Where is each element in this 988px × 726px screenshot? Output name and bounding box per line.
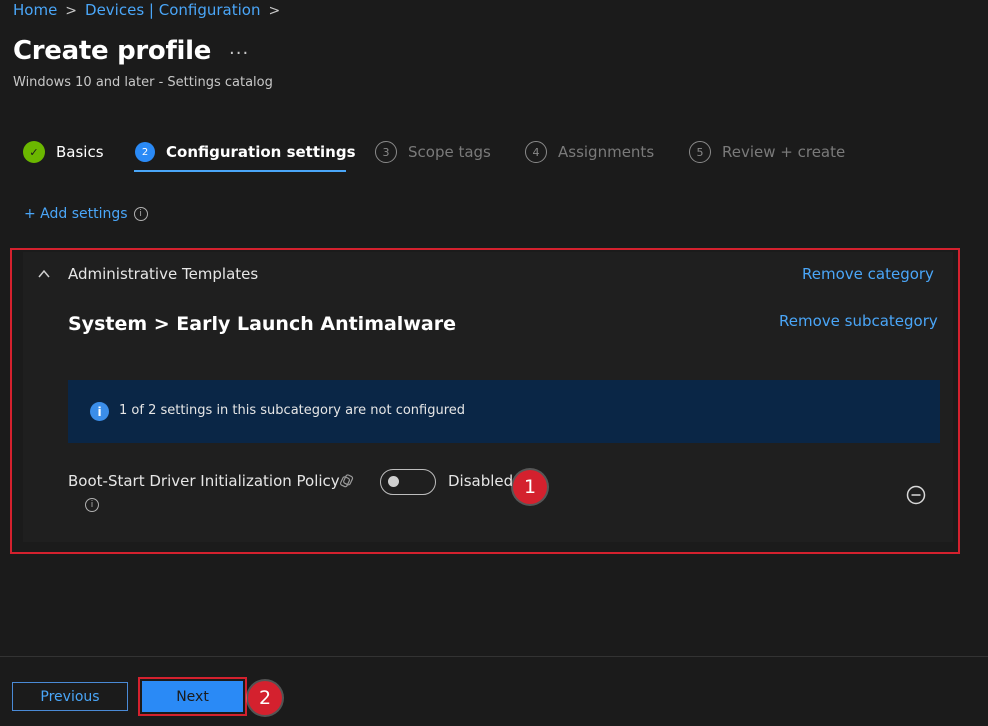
info-banner: i 1 of 2 settings in this subcategory ar… bbox=[68, 380, 940, 443]
link-icon[interactable] bbox=[339, 473, 355, 489]
info-banner-text: 1 of 2 settings in this subcategory are … bbox=[119, 403, 466, 418]
next-button[interactable]: Next bbox=[142, 681, 243, 712]
step-label: Basics bbox=[56, 143, 104, 161]
checkmark-icon: ✓ bbox=[23, 141, 45, 163]
step-number-icon: 3 bbox=[375, 141, 397, 163]
breadcrumb-home[interactable]: Home bbox=[13, 1, 57, 19]
footer-divider bbox=[0, 656, 988, 657]
step-number-icon: 2 bbox=[135, 142, 155, 162]
page-title: Create profile bbox=[13, 36, 212, 66]
step-annotation-badge-1: 1 bbox=[513, 470, 547, 504]
add-settings-link[interactable]: + Add settings i bbox=[24, 206, 148, 222]
page-subtitle: Windows 10 and later - Settings catalog bbox=[13, 75, 273, 90]
remove-setting-icon[interactable] bbox=[905, 484, 927, 506]
step-review-create[interactable]: 5 Review + create bbox=[689, 140, 845, 164]
breadcrumb: Home > Devices | Configuration > bbox=[13, 1, 288, 19]
more-options-button[interactable]: ... bbox=[229, 38, 249, 59]
setting-name: Boot-Start Driver Initialization Policy bbox=[68, 472, 340, 490]
chevron-right-icon: > bbox=[65, 3, 78, 19]
toggle-state-label: Disabled bbox=[448, 472, 514, 490]
step-annotation-badge-2: 2 bbox=[248, 681, 282, 715]
info-icon: i bbox=[90, 402, 109, 421]
subcategory-title: System > Early Launch Antimalware bbox=[68, 313, 456, 335]
category-title: Administrative Templates bbox=[68, 265, 259, 283]
step-label: Configuration settings bbox=[166, 143, 356, 161]
step-basics[interactable]: ✓ Basics bbox=[23, 140, 104, 164]
step-scope-tags[interactable]: 3 Scope tags bbox=[375, 140, 491, 164]
toggle-knob bbox=[388, 476, 399, 487]
chevron-right-icon: > bbox=[268, 3, 281, 19]
setting-info-icon[interactable]: i bbox=[85, 498, 99, 512]
add-settings-label: + Add settings bbox=[24, 206, 128, 222]
breadcrumb-devices-configuration[interactable]: Devices | Configuration bbox=[85, 1, 260, 19]
chevron-up-icon[interactable] bbox=[38, 268, 50, 280]
setting-toggle[interactable] bbox=[380, 469, 436, 495]
remove-category-link[interactable]: Remove category bbox=[802, 265, 934, 283]
step-label: Scope tags bbox=[408, 143, 491, 161]
active-step-underline bbox=[134, 170, 346, 172]
remove-subcategory-link[interactable]: Remove subcategory bbox=[779, 312, 938, 330]
step-configuration-settings[interactable]: 2 Configuration settings bbox=[135, 140, 356, 164]
step-number-icon: 4 bbox=[525, 141, 547, 163]
info-icon[interactable]: i bbox=[133, 207, 148, 221]
step-label: Assignments bbox=[558, 143, 655, 161]
step-label: Review + create bbox=[722, 143, 846, 161]
previous-button[interactable]: Previous bbox=[12, 682, 128, 711]
step-assignments[interactable]: 4 Assignments bbox=[525, 140, 654, 164]
step-number-icon: 5 bbox=[689, 141, 711, 163]
